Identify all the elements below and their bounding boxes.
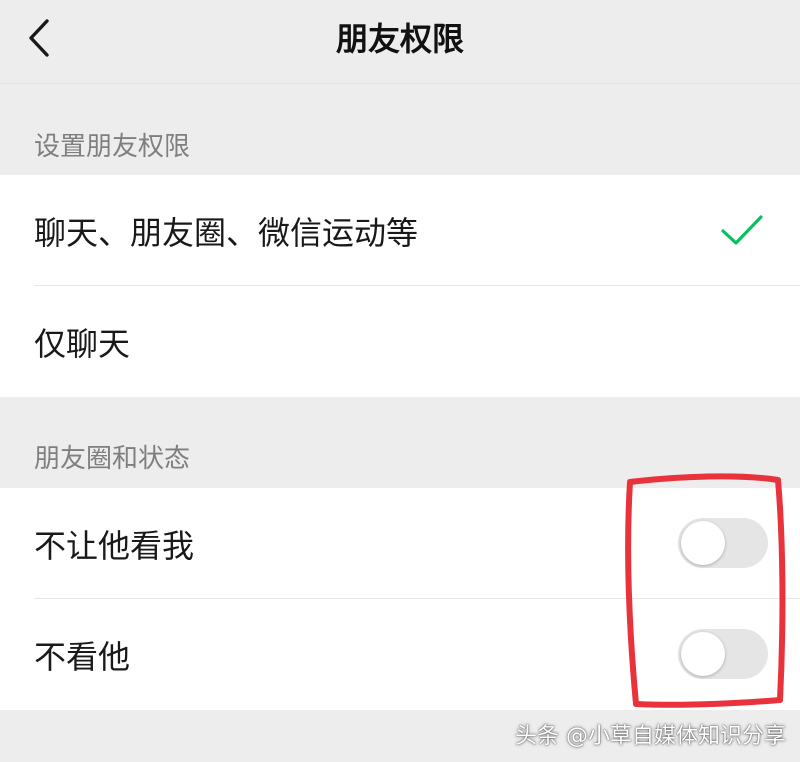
option-chat-moments-werun[interactable]: 聊天、朋友圈、微信运动等 — [0, 175, 800, 286]
moments-card: 不让他看我 不看他 — [0, 488, 800, 710]
hide-my-moments-toggle[interactable] — [678, 518, 768, 568]
watermark: 头条 @小草自媒体知识分享 — [515, 724, 786, 749]
section-header-moments: 朋友圈和状态 — [34, 444, 191, 474]
option-label: 仅聊天 — [34, 324, 131, 363]
section-header-permissions: 设置朋友权限 — [34, 132, 191, 162]
toggle-label: 不让他看我 — [34, 526, 195, 565]
toggle-knob — [681, 632, 725, 676]
toggle-row-hide-my-moments[interactable]: 不让他看我 — [0, 488, 800, 599]
hide-their-moments-toggle[interactable] — [678, 629, 768, 679]
option-label: 聊天、朋友圈、微信运动等 — [34, 213, 419, 252]
page-title: 朋友权限 — [335, 20, 464, 58]
checkmark-icon — [721, 215, 763, 245]
nav-bar: 朋友权限 — [0, 0, 800, 84]
permissions-card: 聊天、朋友圈、微信运动等 仅聊天 — [0, 175, 800, 397]
toggle-knob — [681, 521, 725, 565]
toggle-label: 不看他 — [34, 637, 131, 676]
option-chat-only[interactable]: 仅聊天 — [0, 286, 800, 397]
toggle-row-hide-their-moments[interactable]: 不看他 — [0, 599, 800, 710]
